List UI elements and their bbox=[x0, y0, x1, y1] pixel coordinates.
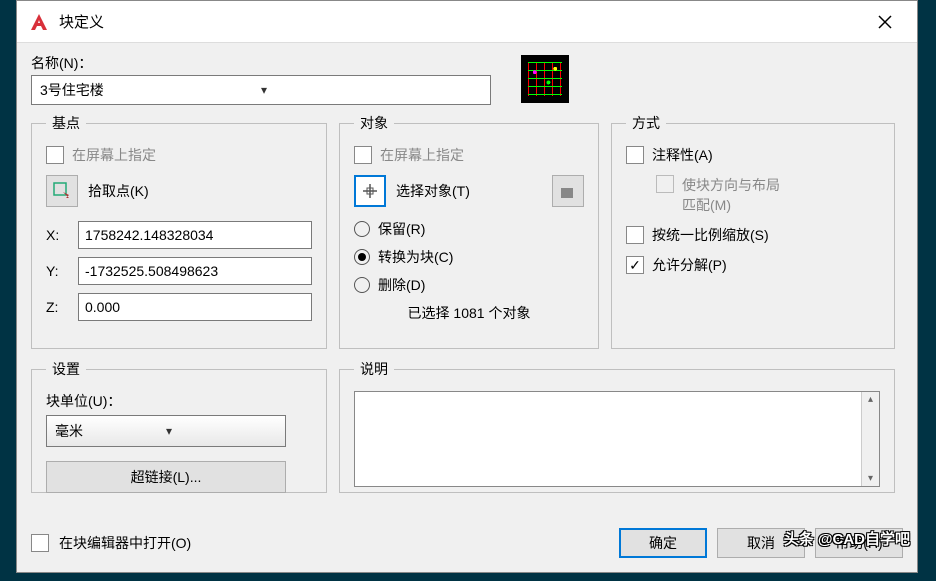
name-label: 名称(N)： bbox=[31, 53, 491, 73]
cancel-button[interactable]: 取消 bbox=[717, 528, 805, 558]
x-input[interactable] bbox=[78, 221, 312, 249]
match-orientation-checkbox bbox=[656, 175, 674, 193]
close-icon bbox=[878, 15, 892, 29]
specify-onscreen-objects-label: 在屏幕上指定 bbox=[380, 145, 464, 165]
settings-legend: 设置 bbox=[46, 359, 86, 379]
base-point-legend: 基点 bbox=[46, 113, 86, 133]
scale-uniformly-checkbox[interactable] bbox=[626, 226, 644, 244]
description-scrollbar[interactable]: ▴ ▾ bbox=[861, 392, 879, 486]
objects-legend: 对象 bbox=[354, 113, 394, 133]
objects-group: 对象 在屏幕上指定 选择对象(T) bbox=[339, 113, 599, 349]
scroll-down-icon: ▾ bbox=[868, 473, 873, 484]
y-label: Y: bbox=[46, 263, 66, 279]
convert-label: 转换为块(C) bbox=[378, 247, 453, 267]
delete-label: 删除(D) bbox=[378, 275, 425, 295]
titlebar: 块定义 bbox=[17, 1, 917, 43]
open-in-editor-checkbox[interactable] bbox=[31, 534, 49, 552]
match-orientation-label-1: 使块方向与布局 bbox=[682, 175, 780, 195]
select-objects-label: 选择对象(T) bbox=[396, 181, 470, 201]
allow-exploding-checkbox[interactable]: ✓ bbox=[626, 256, 644, 274]
hyperlink-button[interactable]: 超链接(L)... bbox=[46, 461, 286, 493]
name-value: 3号住宅楼 bbox=[40, 80, 261, 100]
dialog-content: 名称(N)： 3号住宅楼 ▾ 基点 在屏幕上指定 bbox=[17, 43, 917, 516]
behavior-legend: 方式 bbox=[626, 113, 666, 133]
x-label: X: bbox=[46, 227, 66, 243]
annotative-label: 注释性(A) bbox=[652, 145, 713, 165]
ok-button[interactable]: 确定 bbox=[619, 528, 707, 558]
y-input[interactable] bbox=[78, 257, 312, 285]
dialog-footer: 在块编辑器中打开(O) 确定 取消 帮助(H) bbox=[17, 516, 917, 572]
scale-uniformly-label: 按统一比例缩放(S) bbox=[652, 225, 769, 245]
behavior-group: 方式 注释性(A) 使块方向与布局 匹配(M) 按统一比例缩放(S) bbox=[611, 113, 895, 349]
help-button[interactable]: 帮助(H) bbox=[815, 528, 903, 558]
match-orientation-label-2: 匹配(M) bbox=[682, 195, 780, 215]
specify-onscreen-basepoint-checkbox[interactable] bbox=[46, 146, 64, 164]
specify-onscreen-objects-checkbox[interactable] bbox=[354, 146, 372, 164]
base-point-group: 基点 在屏幕上指定 拾取点(K) X: bbox=[31, 113, 327, 349]
open-in-editor-label: 在块编辑器中打开(O) bbox=[59, 533, 191, 553]
retain-radio[interactable] bbox=[354, 221, 370, 237]
chevron-down-icon: ▾ bbox=[261, 83, 482, 97]
z-label: Z: bbox=[46, 299, 66, 315]
pick-point-label: 拾取点(K) bbox=[88, 181, 149, 201]
dialog-title: 块定义 bbox=[59, 11, 865, 32]
specify-onscreen-basepoint-label: 在屏幕上指定 bbox=[72, 145, 156, 165]
unit-select[interactable]: 毫米 ▾ bbox=[46, 415, 286, 447]
quick-select-icon bbox=[559, 182, 577, 200]
close-button[interactable] bbox=[865, 2, 905, 42]
unit-label: 块单位(U)： bbox=[46, 391, 312, 411]
quick-select-button[interactable] bbox=[552, 175, 584, 207]
pick-point-icon bbox=[53, 182, 71, 200]
name-combobox[interactable]: 3号住宅楼 ▾ bbox=[31, 75, 491, 105]
description-group: 说明 ▴ ▾ bbox=[339, 359, 895, 493]
delete-radio[interactable] bbox=[354, 277, 370, 293]
settings-group: 设置 块单位(U)： 毫米 ▾ 超链接(L)... bbox=[31, 359, 327, 493]
autocad-app-icon bbox=[29, 12, 49, 32]
allow-exploding-label: 允许分解(P) bbox=[652, 255, 727, 275]
pick-point-button[interactable] bbox=[46, 175, 78, 207]
block-definition-dialog: 块定义 名称(N)： 3号住宅楼 ▾ 基点 在屏幕上指定 bbox=[16, 0, 918, 573]
chevron-down-icon: ▾ bbox=[166, 424, 277, 438]
select-objects-button[interactable] bbox=[354, 175, 386, 207]
block-preview-image bbox=[521, 55, 569, 103]
unit-value: 毫米 bbox=[55, 421, 166, 441]
annotative-checkbox[interactable] bbox=[626, 146, 644, 164]
select-objects-icon bbox=[361, 182, 379, 200]
selected-count-label: 已选择 1081 个对象 bbox=[354, 303, 584, 323]
retain-label: 保留(R) bbox=[378, 219, 425, 239]
scroll-up-icon: ▴ bbox=[868, 394, 873, 405]
z-input[interactable] bbox=[78, 293, 312, 321]
description-textarea[interactable]: ▴ ▾ bbox=[354, 391, 880, 487]
convert-radio[interactable] bbox=[354, 249, 370, 265]
description-legend: 说明 bbox=[354, 359, 394, 379]
